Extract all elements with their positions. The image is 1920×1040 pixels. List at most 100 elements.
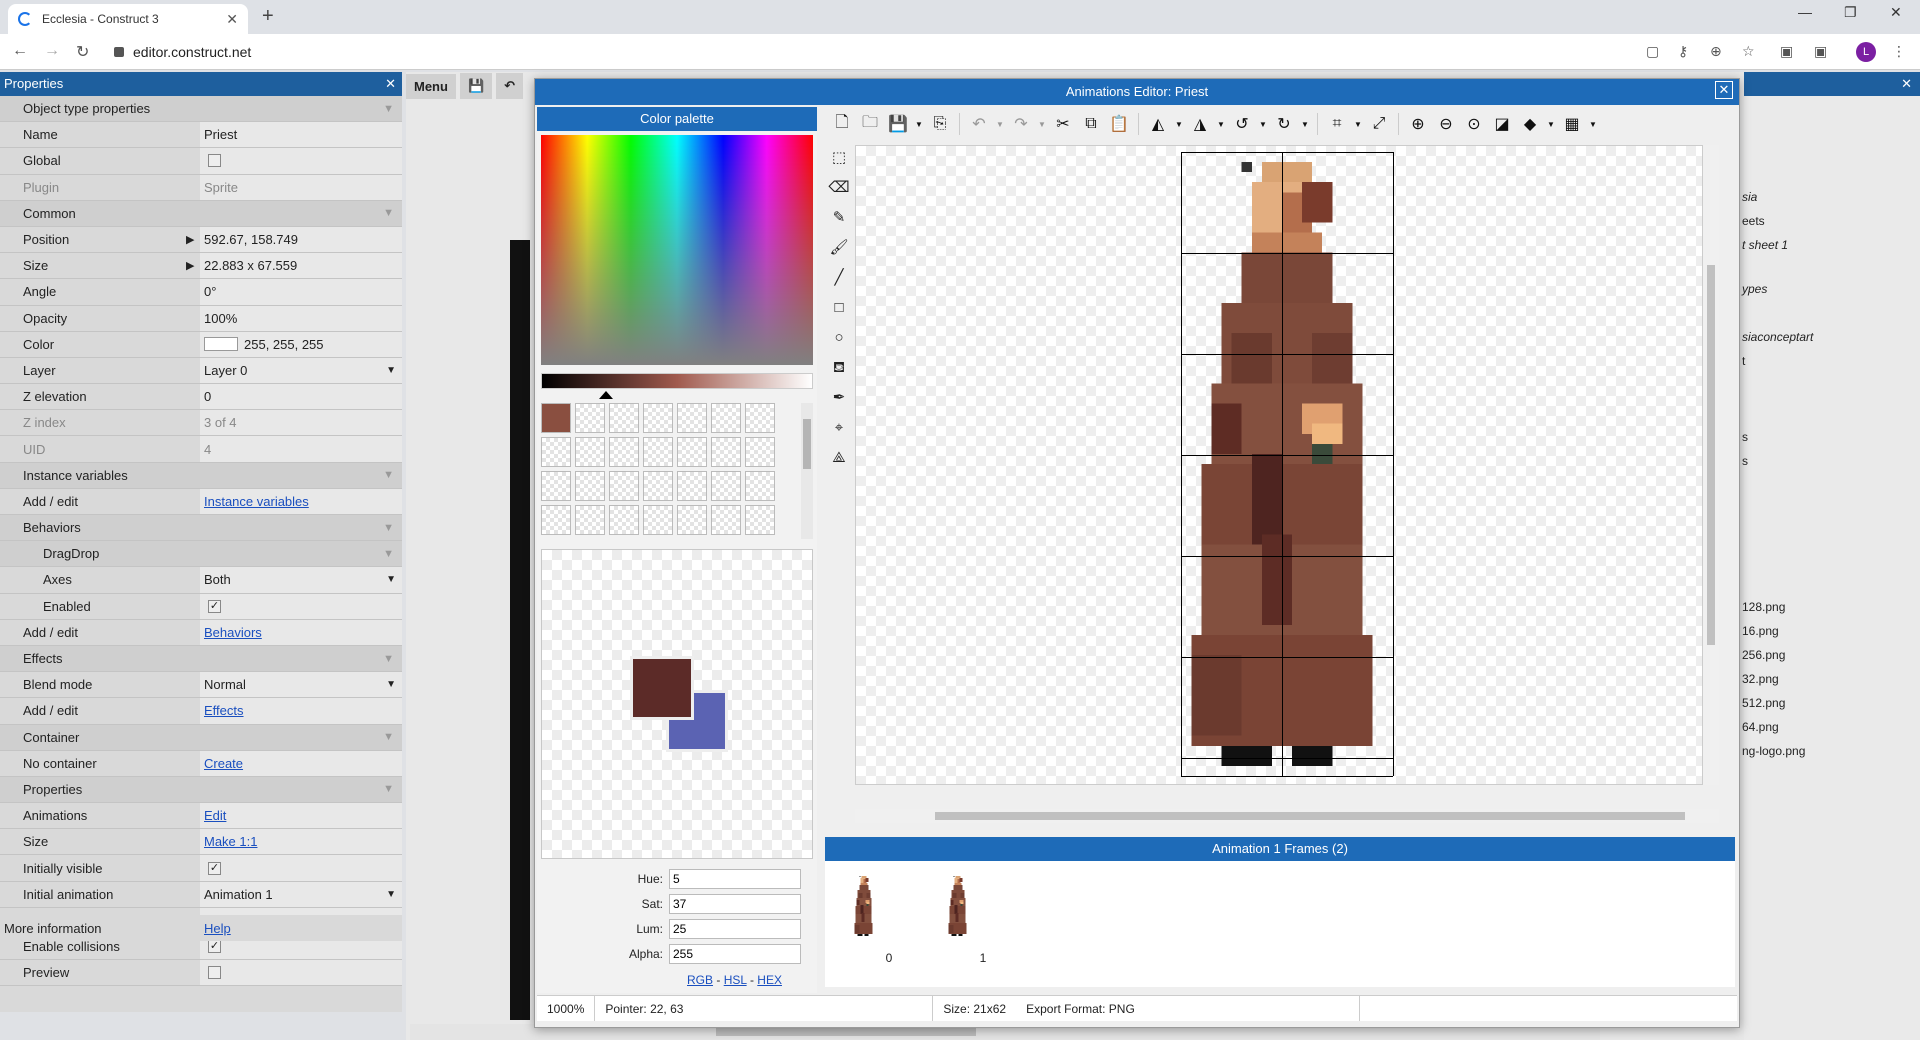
property-value[interactable]: 0 [200,384,402,410]
property-value[interactable]: 255, 255, 255 [200,331,402,357]
project-panel-close-icon[interactable]: ✕ [1901,76,1912,92]
palette-swatch[interactable] [575,437,605,467]
menu-kebab-icon[interactable]: ⋮ [1892,43,1906,60]
rectangle-icon[interactable]: □ [834,293,843,323]
grid-dropdown-icon[interactable]: ▼ [1587,120,1599,129]
collision-polygon-icon[interactable]: ⟁ [832,443,845,473]
property-value[interactable]: Edit [200,803,402,829]
property-value[interactable]: 4 [200,436,402,462]
flip-h-dropdown-icon[interactable]: ▼ [1173,120,1185,129]
layers-icon[interactable]: ◆ [1517,114,1543,134]
extension-2-icon[interactable]: ▣ [1814,43,1827,60]
open-folder-icon[interactable]: 🗀 [857,111,883,138]
profile-avatar[interactable]: L [1856,42,1876,62]
pixel-canvas[interactable] [855,145,1703,785]
background-toggle-icon[interactable]: ◪ [1489,114,1515,134]
browser-tab[interactable]: Ecclesia - Construct 3 ✕ [8,4,248,34]
palette-swatch[interactable] [541,403,571,433]
minimize-icon[interactable]: — [1798,4,1812,20]
hue-saturation-picker[interactable] [541,135,813,365]
animations-editor-close-button[interactable]: ✕ [1715,81,1733,99]
property-section[interactable]: Container [0,724,402,751]
project-item[interactable]: 64.png [1742,720,1779,734]
palette-swatch[interactable] [677,403,707,433]
property-section[interactable]: Behaviors [0,515,402,542]
property-link[interactable]: Create [204,756,243,771]
extension-icon[interactable]: ▣ [1780,43,1793,60]
redo-dropdown-icon[interactable]: ▼ [1036,120,1048,129]
zoom-out-icon[interactable]: ⊖ [1433,114,1459,134]
color-picker-icon[interactable]: ✒ [833,383,846,413]
property-value[interactable]: Create [200,750,402,776]
url-field[interactable]: editor.construct.net [108,39,1618,65]
clipboard-icon[interactable]: ▢ [1646,43,1659,60]
rectangle-select-icon[interactable]: ⬚ [832,143,846,173]
palette-swatch[interactable] [575,471,605,501]
hsl-mode-link[interactable]: HSL [724,973,747,987]
property-value[interactable]: 592.67, 158.749 [200,226,402,253]
bookmark-star-icon[interactable]: ☆ [1742,43,1755,60]
property-value[interactable]: Sprite [200,174,402,200]
checkbox[interactable]: ✓ [208,599,221,613]
dropdown-arrow-icon[interactable]: ▼ [386,679,396,690]
property-section[interactable]: Common [0,200,402,227]
property-value[interactable]: 100% [200,305,402,331]
lum-input[interactable] [669,919,801,939]
sat-input[interactable] [669,894,801,914]
luminance-slider[interactable] [541,373,813,389]
animation-frame[interactable]: 1 [933,875,986,965]
resize-icon[interactable]: ⤢ [1366,115,1392,133]
property-value[interactable]: Instance variables [200,488,402,514]
zoom-in-icon[interactable]: ⊕ [1405,114,1431,134]
property-value[interactable]: Priest [200,122,402,148]
project-item[interactable]: t [1742,354,1745,368]
palette-swatch[interactable] [643,403,673,433]
hex-mode-link[interactable]: HEX [757,973,782,987]
expand-arrow-icon[interactable]: ▶ [186,259,194,272]
property-section[interactable]: Effects [0,645,402,673]
palette-swatch[interactable] [609,505,639,535]
palette-swatch[interactable] [609,437,639,467]
flip-vertical-icon[interactable]: ◮ [1187,114,1213,134]
property-value[interactable]: Both ▼ [200,567,402,593]
palette-swatch[interactable] [643,505,673,535]
key-icon[interactable]: ⚷ [1678,43,1688,60]
project-item[interactable]: eets [1742,214,1765,228]
undo-icon[interactable]: ↶ [966,114,992,134]
zoom-reset-icon[interactable]: ⊙ [1461,114,1487,134]
rotate-ccw-dropdown-icon[interactable]: ▼ [1257,120,1269,129]
fill-bucket-icon[interactable]: ⛾ [833,353,845,383]
copy-icon[interactable]: ⧉ [1078,115,1104,133]
reload-icon[interactable]: ↻ [76,42,89,62]
line-icon[interactable]: ╱ [834,263,843,293]
rotate-cw-dropdown-icon[interactable]: ▼ [1299,120,1311,129]
tab-close-icon[interactable]: ✕ [226,11,238,28]
save-icon[interactable]: 💾 [459,73,493,99]
crop-dropdown-icon[interactable]: ▼ [1352,120,1364,129]
hue-input[interactable] [669,869,801,889]
property-value[interactable]: 0° [200,279,402,305]
palette-swatch[interactable] [745,471,775,501]
back-icon[interactable]: ← [12,42,28,60]
palette-swatch[interactable] [711,471,741,501]
menu-button[interactable]: Menu [406,73,456,99]
flip-v-dropdown-icon[interactable]: ▼ [1215,120,1227,129]
save-icon[interactable]: 💾 [885,114,911,134]
project-item[interactable]: 512.png [1742,696,1785,710]
properties-close-icon[interactable]: ✕ [385,72,396,96]
project-item[interactable]: s [1742,454,1748,468]
property-link[interactable]: Effects [204,703,244,718]
palette-swatch[interactable] [575,505,605,535]
property-value[interactable]: Normal ▼ [200,672,402,698]
project-item[interactable]: 256.png [1742,648,1785,662]
layers-dropdown-icon[interactable]: ▼ [1545,120,1557,129]
grid-icon[interactable]: ▦ [1559,114,1585,134]
luminance-marker-icon[interactable] [599,391,613,399]
palette-swatch[interactable] [677,471,707,501]
project-item[interactable]: 128.png [1742,600,1785,614]
expand-arrow-icon[interactable]: ▶ [186,233,194,246]
palette-swatch[interactable] [677,437,707,467]
property-link[interactable]: Instance variables [204,494,309,509]
brush-icon[interactable]: 🖌 [829,233,848,263]
canvas-vertical-scrollbar[interactable] [1703,145,1719,785]
